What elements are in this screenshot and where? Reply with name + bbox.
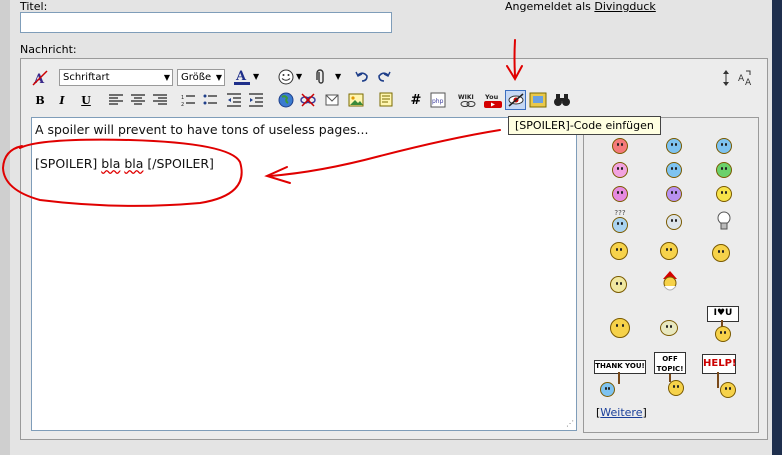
annotation-circle — [1, 138, 243, 207]
annotation-curve-arrow — [269, 129, 501, 177]
annotation-down-arrow — [513, 39, 516, 77]
annotation-overlay — [1, 39, 523, 207]
